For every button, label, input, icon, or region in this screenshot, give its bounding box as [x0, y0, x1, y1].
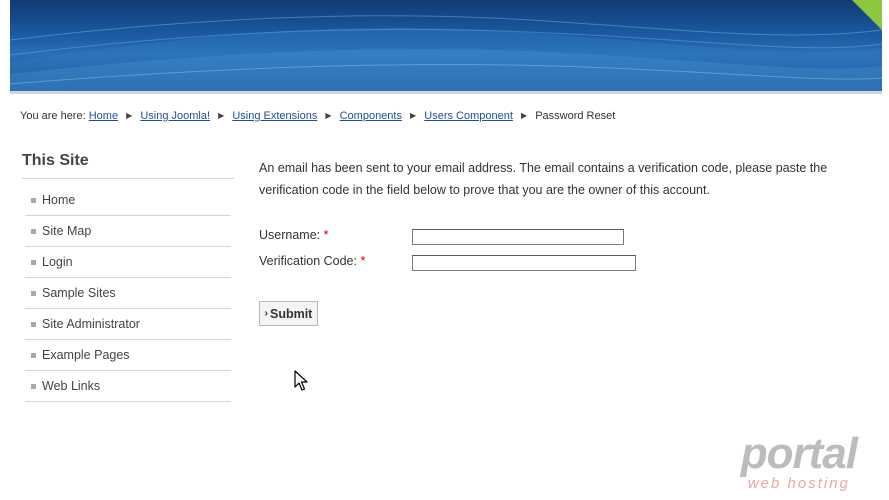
breadcrumb-current: Password Reset [535, 110, 616, 122]
chevron-right-icon: › [264, 308, 268, 319]
submit-label: Submit [269, 306, 313, 321]
bullet-icon [31, 259, 36, 265]
breadcrumb-arrow-icon: ▶ [520, 111, 528, 120]
sidebar-item-label: Site Administrator [42, 317, 140, 331]
sidebar-item-label: Login [42, 255, 73, 269]
breadcrumb-link-components[interactable]: Components [340, 110, 402, 122]
bullet-icon [31, 197, 36, 203]
reset-instructions: An email has been sent to your email add… [259, 161, 828, 197]
sidebar-title: This Site [22, 152, 234, 179]
bullet-icon [31, 321, 36, 327]
breadcrumb-link-home[interactable]: Home [89, 110, 118, 122]
breadcrumb: You are here: Home ▶ Using Joomla! ▶ Usi… [20, 110, 615, 122]
username-label: Username: [259, 228, 321, 242]
username-input[interactable] [412, 229, 624, 245]
sidebar-item-example-pages[interactable]: Example Pages [25, 340, 231, 371]
breadcrumb-arrow-icon: ▶ [325, 111, 332, 120]
verification-code-label: Verification Code: [259, 254, 357, 268]
submit-button[interactable]: › Submit [259, 301, 318, 326]
sidebar-item-login[interactable]: Login [25, 247, 231, 278]
sidebar-item-home[interactable]: Home [25, 185, 231, 216]
bullet-icon [31, 352, 36, 358]
sidebar-item-site-map[interactable]: Site Map [25, 216, 231, 247]
watermark-logo: portal web hosting [740, 429, 858, 492]
sidebar-item-label: Home [42, 193, 76, 207]
sidebar-item-sample-sites[interactable]: Sample Sites [25, 278, 231, 309]
breadcrumb-link-users-component[interactable]: Users Component [424, 110, 513, 122]
sidebar-item-site-administrator[interactable]: Site Administrator [25, 309, 231, 340]
watermark-tagline: web hosting [747, 475, 850, 492]
sidebar-menu: Home Site Map Login Sample Sites Site Ad… [25, 185, 231, 402]
sidebar-item-label: Site Map [42, 224, 92, 238]
page: You are here: Home ▶ Using Joomla! ▶ Usi… [0, 0, 889, 500]
breadcrumb-link-using-joomla[interactable]: Using Joomla! [140, 110, 210, 122]
breadcrumb-arrow-icon: ▶ [410, 111, 417, 120]
header-corner-accent [852, 0, 882, 30]
main-content: An email has been sent to your email add… [259, 157, 869, 326]
username-row: Username: * [259, 228, 329, 242]
verification-code-input[interactable] [412, 255, 636, 271]
sidebar: This Site Home Site Map Login Sample Sit… [22, 152, 234, 402]
breadcrumb-arrow-icon: ▶ [126, 111, 133, 120]
bullet-icon [31, 290, 36, 296]
bullet-icon [31, 383, 36, 389]
header-divider [10, 91, 882, 94]
header-wave-graphic [10, 15, 882, 91]
required-marker: * [323, 228, 329, 242]
breadcrumb-prefix: You are here: [20, 110, 86, 122]
mouse-cursor-icon [294, 370, 308, 397]
verification-code-row: Verification Code: * [259, 254, 365, 268]
sidebar-item-label: Sample Sites [42, 286, 116, 300]
watermark-brand: portal [740, 429, 858, 478]
breadcrumb-link-using-extensions[interactable]: Using Extensions [232, 110, 317, 122]
header-banner [10, 0, 882, 91]
bullet-icon [31, 228, 36, 234]
sidebar-item-label: Web Links [42, 379, 101, 393]
required-marker: * [360, 254, 366, 268]
breadcrumb-arrow-icon: ▶ [218, 111, 225, 120]
sidebar-item-label: Example Pages [42, 348, 130, 362]
sidebar-item-web-links[interactable]: Web Links [25, 371, 231, 402]
